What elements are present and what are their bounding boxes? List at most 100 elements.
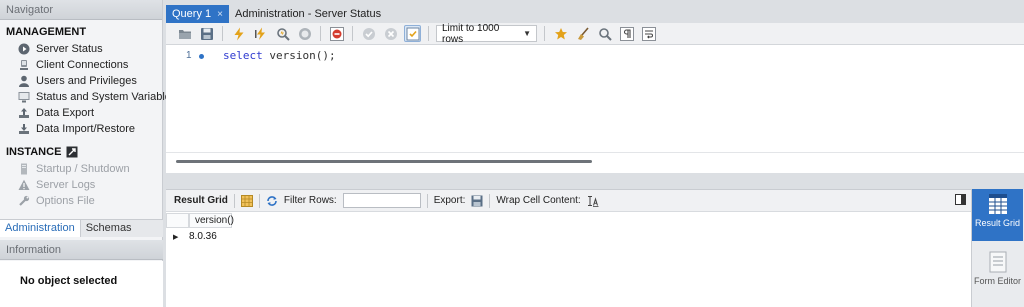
nav-item-label: Startup / Shutdown [36,163,130,175]
word-wrap-button[interactable] [640,25,657,42]
line-number: 1 [186,50,192,61]
filter-rows-input[interactable] [342,193,421,208]
form-editor-button[interactable]: Form Editor [972,247,1023,297]
navigator-panel: Navigator MANAGEMENT Server Status Clien… [0,0,176,307]
autocommit-toggle[interactable] [404,25,421,42]
x-circle-icon [384,27,397,40]
toolbar-separator [489,193,491,208]
form-icon [989,251,1006,273]
commit-button[interactable] [360,25,377,42]
toggle-side-panel-button[interactable] [955,194,966,205]
execute-button[interactable] [230,25,247,42]
open-folder-button[interactable] [176,25,193,42]
statement-marker-icon [199,54,204,59]
sql-toolbar: Limit to 1000 rows ▼ [166,23,1024,45]
error-toggle-icon [329,26,344,41]
nav-item-data-export[interactable]: Data Export [0,105,162,121]
export-file-icon[interactable] [471,195,483,207]
instance-section-title: INSTANCE [0,137,162,161]
pilcrow-icon [619,26,634,41]
autocommit-icon [406,27,419,40]
toolbar-separator [258,193,260,208]
wrap-cell-label: Wrap Cell Content: [496,195,581,206]
monitor-icon [18,59,30,71]
line-gutter: 1 [166,45,208,151]
tab-label: Administration - Server Status [234,8,382,20]
navigator-header: Navigator [0,0,162,20]
result-grid-button-label: Result Grid [974,218,1020,228]
limit-rows-select[interactable]: Limit to 1000 rows ▼ [436,23,537,45]
save-icon [200,27,213,40]
add-snippet-button[interactable] [552,25,569,42]
nav-item-label: Data Import/Restore [36,123,136,135]
grid-cell[interactable]: 8.0.36 [189,230,217,243]
editor-horizontal-scrollbar[interactable] [166,152,1024,173]
information-body: No object selected [0,261,163,307]
nav-item-server-status[interactable]: Server Status [0,41,162,57]
play-circle-icon [18,43,30,55]
toolbar-separator [320,26,321,41]
nav-item-server-logs[interactable]: Server Logs [0,177,162,193]
nav-item-label: Data Export [36,107,95,119]
nav-item-label: Status and System Variables [36,91,177,103]
wrap-text-icon[interactable] [587,195,599,207]
code-editor[interactable]: 1 select version(); [166,45,1024,151]
user-icon [18,75,30,87]
editor-tabbar: Query 1 × Administration - Server Status [166,5,1024,23]
navigator-tabs: Administration Schemas [0,219,163,237]
rollback-button[interactable] [382,25,399,42]
nav-item-users-privileges[interactable]: Users and Privileges [0,73,162,89]
invisible-chars-button[interactable] [618,25,635,42]
close-icon[interactable]: × [217,9,223,20]
nav-item-label: Server Logs [36,179,96,191]
toolbar-separator [233,193,235,208]
explain-button[interactable] [274,25,291,42]
information-header: Information [0,240,163,260]
sql-expression: version(); [262,49,336,62]
sql-editor-area: Limit to 1000 rows ▼ 1 select version(); [166,23,1024,173]
management-title: MANAGEMENT [6,26,87,38]
wrap-icon [641,26,656,41]
stop-icon [298,27,311,40]
nav-item-client-connections[interactable]: Client Connections [0,57,162,73]
magnifier-lightning-icon [276,27,290,41]
nav-item-startup-shutdown[interactable]: Startup / Shutdown [0,161,162,177]
grid-corner-cell [166,213,189,228]
toolbar-separator [426,193,428,208]
nav-item-label: Client Connections [36,59,129,71]
export-icon [18,107,30,119]
nav-item-label: Users and Privileges [36,75,137,87]
result-grid-button[interactable]: Result Grid [972,189,1023,241]
save-button[interactable] [198,25,215,42]
tab-administration-server-status[interactable]: Administration - Server Status [229,5,387,23]
tab-query-1[interactable]: Query 1 × [166,5,229,23]
nav-item-options-file[interactable]: Options File [0,193,162,209]
server-icon [18,163,30,175]
nav-item-data-import[interactable]: Data Import/Restore [0,121,162,137]
toolbar-separator [222,26,223,41]
find-button[interactable] [596,25,613,42]
nav-item-label: Server Status [36,43,103,55]
refresh-icon[interactable] [266,195,278,207]
stop-button[interactable] [296,25,313,42]
toolbar-separator [352,26,353,41]
code-line: select version(); [223,49,336,62]
folder-icon [178,29,191,39]
beautify-button[interactable] [574,25,591,42]
result-toolbar: Result Grid Filter Rows: Export: Wrap Ce… [166,190,971,212]
broom-icon [577,26,589,40]
nav-item-status-variables[interactable]: Status and System Variables [0,89,176,105]
column-header[interactable]: version() [189,213,234,228]
tab-schemas[interactable]: Schemas [81,220,137,237]
lightning-cursor-icon [254,27,265,40]
warning-icon [18,179,30,191]
lightning-icon [234,27,243,40]
execute-current-button[interactable] [252,25,269,42]
filter-rows-label: Filter Rows: [283,195,337,206]
scrollbar-thumb[interactable] [176,160,592,163]
stop-on-error-toggle[interactable] [328,25,345,42]
form-editor-button-label: Form Editor [973,276,1021,286]
tab-administration[interactable]: Administration [0,220,81,237]
grid-view-icon[interactable] [240,194,253,207]
check-circle-icon [362,27,375,40]
